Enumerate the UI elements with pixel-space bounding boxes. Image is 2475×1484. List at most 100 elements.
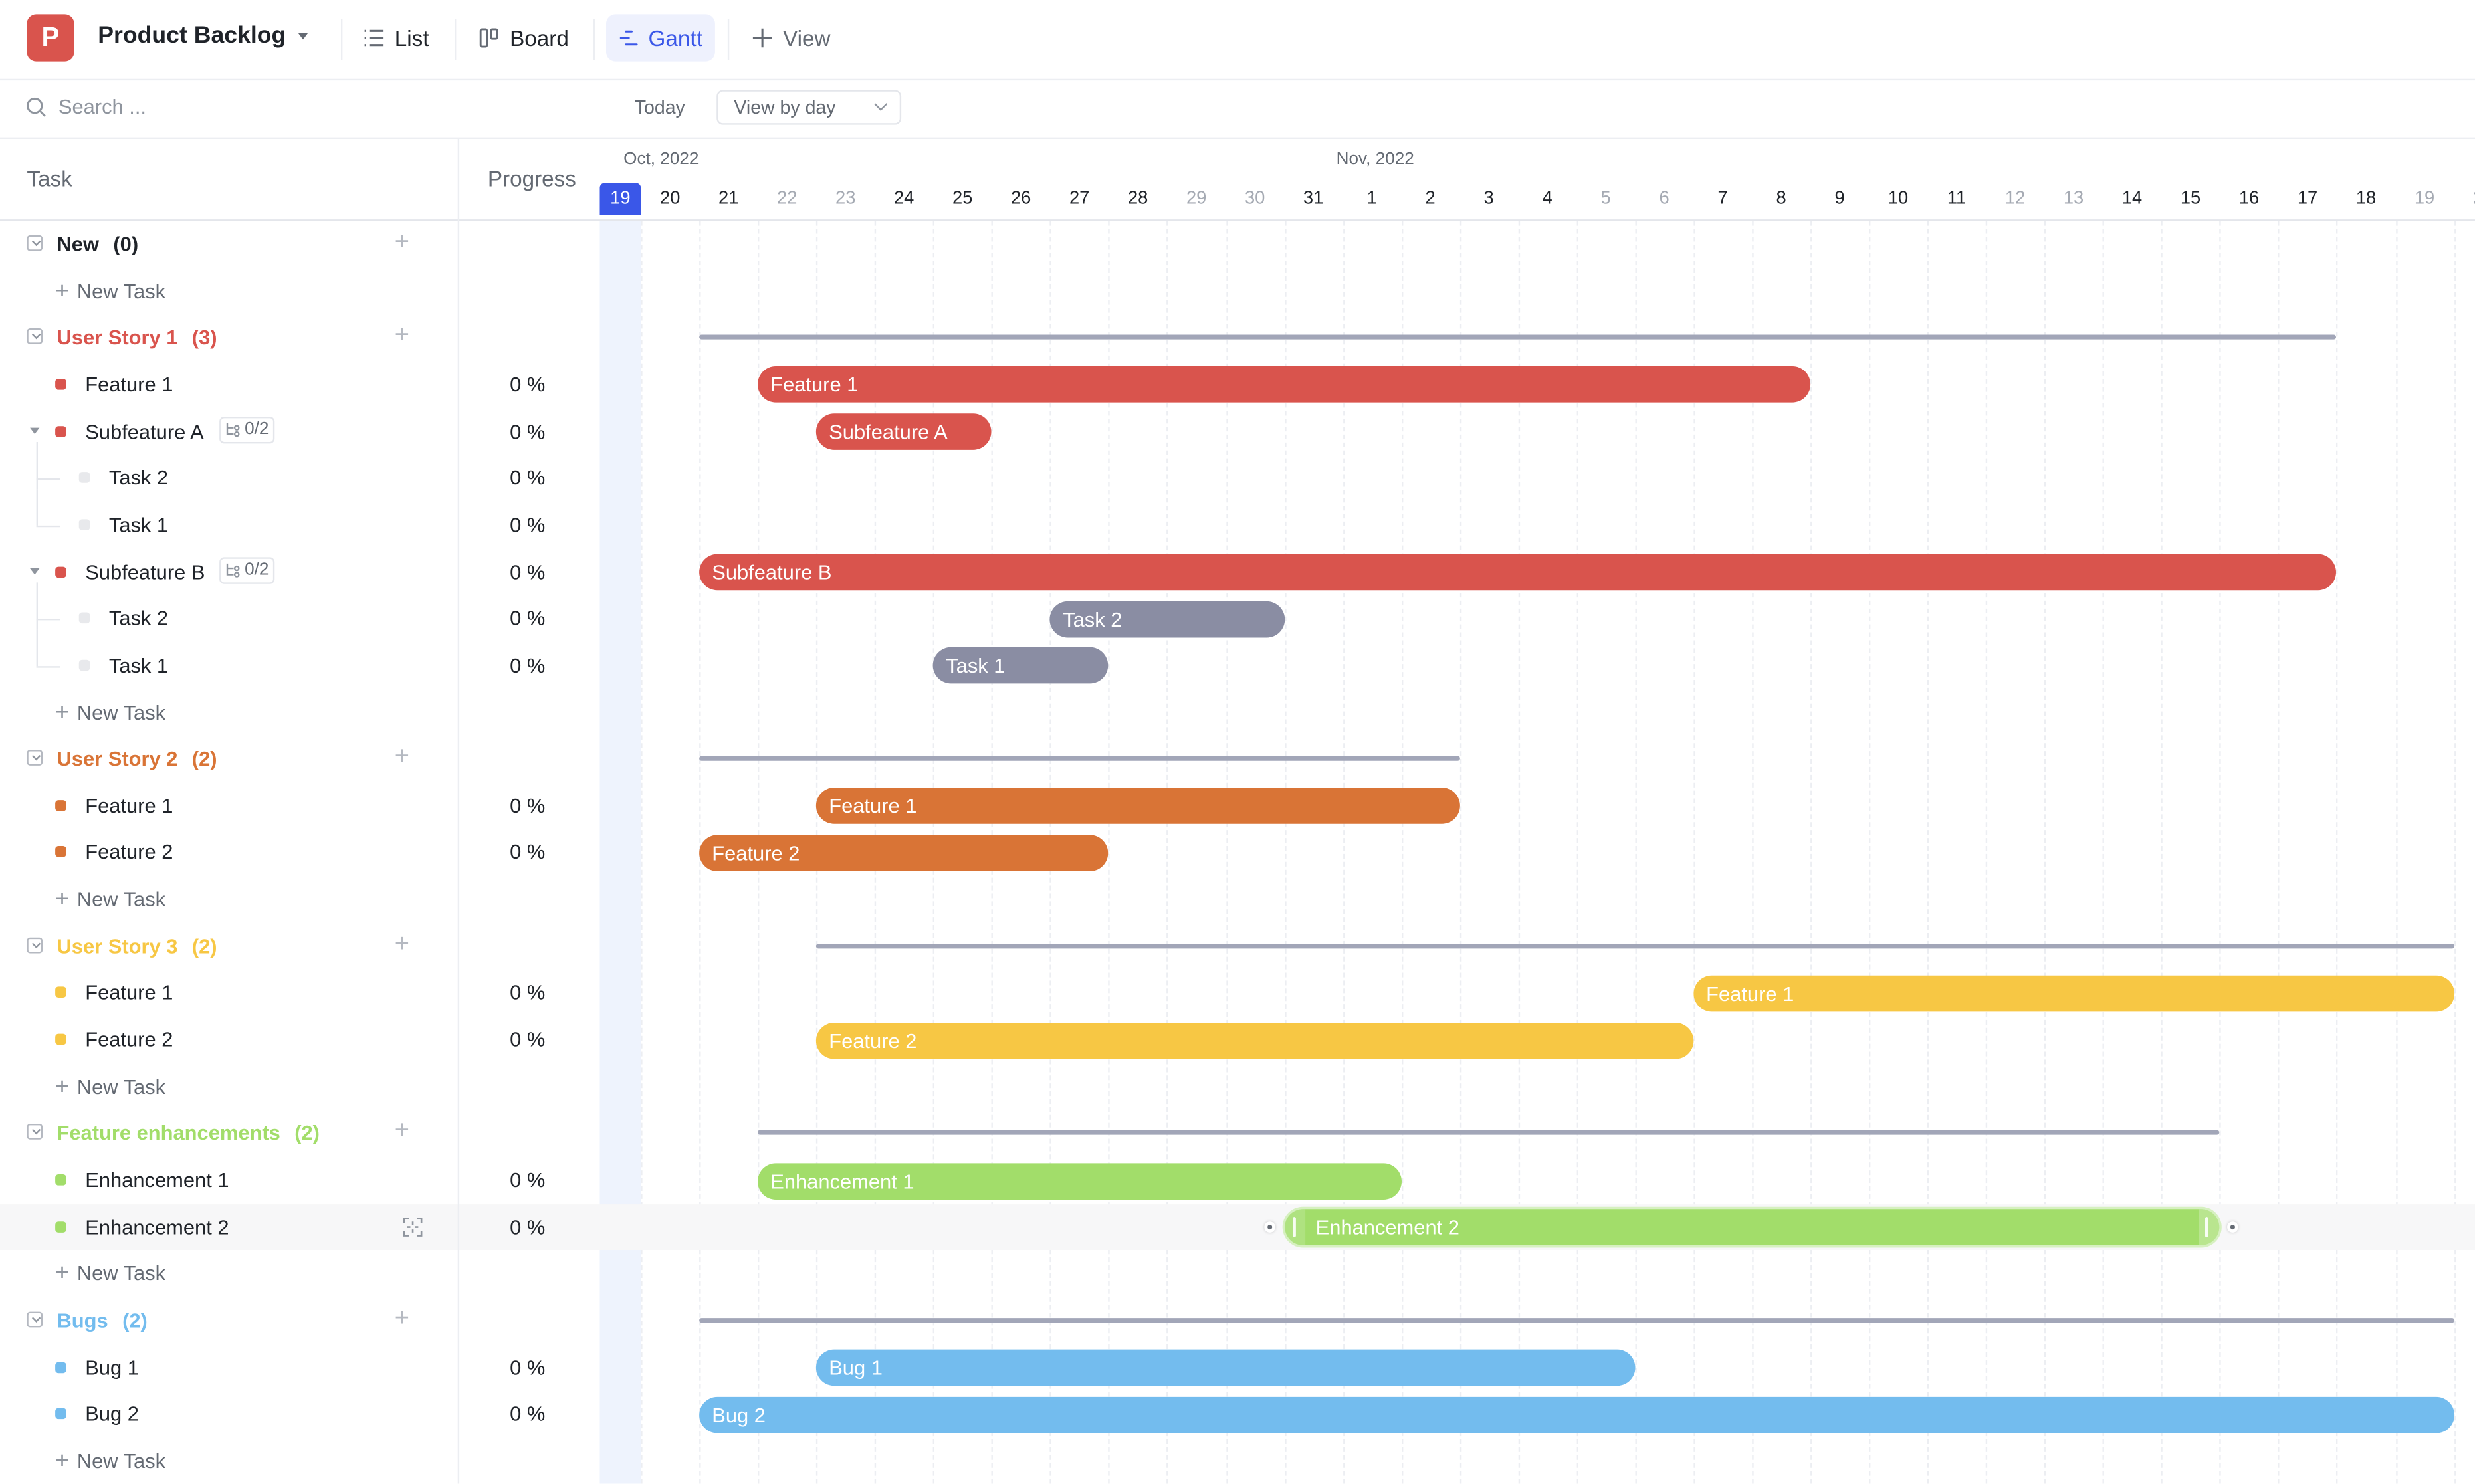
add-task-icon[interactable]: + [395,326,409,348]
day-label[interactable]: 11 [1927,189,1986,209]
task-row[interactable]: Bug 10 % [0,1344,600,1391]
task-row[interactable]: Bug 20 % [0,1391,600,1437]
task-name[interactable]: Task 1 [109,513,168,537]
day-label[interactable]: 9 [1810,189,1869,209]
gantt-bar[interactable]: Bug 1 [816,1350,1635,1386]
gantt-bar[interactable]: Enhancement 1 [758,1162,1401,1199]
new-task-row[interactable]: +New Task [0,689,600,736]
task-name[interactable]: Subfeature A [85,419,204,443]
task-row[interactable]: Feature 20 % [0,829,600,876]
day-label[interactable]: 8 [1752,189,1810,209]
search-input[interactable] [58,95,453,119]
day-label[interactable]: 21 [699,189,758,209]
task-row[interactable]: Enhancement 10 % [0,1157,600,1204]
task-row[interactable]: Feature 10 % [0,970,600,1016]
tab-list[interactable]: List [350,14,441,61]
day-label[interactable]: 29 [1167,189,1226,209]
task-row[interactable]: Subfeature A0/20 % [0,408,600,455]
group-summary-bar[interactable] [816,944,2454,948]
day-label[interactable]: 19 [2395,189,2454,209]
day-label[interactable]: 26 [992,189,1050,209]
new-task-button[interactable]: +New Task [55,1261,165,1285]
day-label[interactable]: 13 [2044,189,2103,209]
task-name[interactable]: Task 1 [109,653,168,677]
task-row[interactable]: Subfeature B0/20 % [0,548,600,595]
task-name[interactable]: Bug 2 [85,1402,139,1426]
day-label[interactable]: 14 [2103,189,2161,209]
expand-caret-icon[interactable] [30,427,39,434]
tab-gantt[interactable]: Gantt [606,14,715,61]
today-day-label[interactable]: 19 [600,183,641,215]
day-label[interactable]: 4 [1518,189,1576,209]
day-label[interactable]: 22 [758,189,816,209]
day-label[interactable]: 10 [1869,189,1927,209]
task-name[interactable]: Feature 2 [85,1027,173,1051]
task-name[interactable]: Subfeature B [85,560,205,583]
add-task-icon[interactable]: + [395,1309,409,1330]
day-label[interactable]: 24 [875,189,933,209]
gantt-bar[interactable]: Feature 1 [1693,975,2454,1011]
focus-icon[interactable] [403,1216,423,1245]
new-task-button[interactable]: +New Task [55,1075,165,1099]
task-name[interactable]: Task 2 [109,466,168,490]
add-task-icon[interactable]: + [395,1121,409,1143]
add-task-icon[interactable]: + [395,747,409,769]
gantt-bar[interactable]: Bug 2 [699,1396,2454,1433]
task-row[interactable]: Task 10 % [0,642,600,689]
gantt-bar[interactable]: Feature 1 [758,367,1810,403]
day-label[interactable]: 6 [1635,189,1693,209]
gantt-bar[interactable]: Enhancement 2 [1284,1210,2220,1246]
new-task-row[interactable]: +New Task [0,876,600,922]
new-task-button[interactable]: +New Task [55,700,165,724]
day-label[interactable]: 16 [2220,189,2278,209]
gantt-bar[interactable]: Feature 1 [816,788,1459,825]
gantt-bar[interactable]: Subfeature B [699,554,2337,591]
gantt-bar[interactable]: Feature 2 [699,835,1109,871]
new-task-button[interactable]: +New Task [55,1449,165,1473]
day-label[interactable]: 2 [1401,189,1459,209]
group-summary-bar[interactable] [699,335,2337,340]
expand-caret-icon[interactable] [30,568,39,574]
day-label[interactable]: 5 [1576,189,1635,209]
day-label[interactable]: 28 [1109,189,1167,209]
tab-board[interactable]: Board [466,14,582,61]
task-name[interactable]: Bug 1 [85,1355,139,1379]
collapse-toggle-icon[interactable] [27,750,43,766]
collapse-toggle-icon[interactable] [27,937,43,953]
day-label[interactable]: 23 [816,189,875,209]
column-divider[interactable] [458,139,459,1484]
day-label[interactable]: 3 [1459,189,1518,209]
new-task-row[interactable]: +New Task [0,1437,600,1483]
resize-handle-right[interactable] [2199,1210,2220,1246]
group-summary-bar[interactable] [758,1130,2220,1135]
task-row[interactable]: Task 20 % [0,595,600,642]
task-name[interactable]: Feature 1 [85,794,173,817]
new-task-button[interactable]: +New Task [55,279,165,303]
gantt-bar[interactable]: Task 2 [1050,601,1284,637]
task-name[interactable]: Feature 1 [85,372,173,396]
task-row[interactable]: Task 20 % [0,455,600,502]
task-row[interactable]: Feature 10 % [0,362,600,408]
task-row[interactable]: Feature 20 % [0,1017,600,1063]
collapse-toggle-icon[interactable] [27,1124,43,1140]
today-button[interactable]: Today [635,96,685,118]
add-task-icon[interactable]: + [395,934,409,956]
day-label[interactable]: 31 [1284,189,1343,209]
view-by-select[interactable]: View by day [716,90,901,124]
day-label[interactable]: 20 [2454,189,2475,209]
add-view-button[interactable]: View [739,14,843,61]
task-name[interactable]: Enhancement 2 [85,1215,229,1239]
task-row[interactable]: Task 10 % [0,502,600,548]
day-label[interactable]: 7 [1693,189,1752,209]
collapse-toggle-icon[interactable] [27,235,43,251]
day-label[interactable]: 20 [641,189,699,209]
gantt-bar[interactable]: Feature 2 [816,1022,1693,1059]
day-label[interactable]: 15 [2161,189,2220,209]
group-summary-bar[interactable] [699,756,1459,761]
task-row[interactable]: Feature 10 % [0,783,600,829]
day-label[interactable]: 18 [2337,189,2395,209]
add-task-icon[interactable]: + [395,232,409,254]
day-label[interactable]: 27 [1050,189,1109,209]
day-label[interactable]: 12 [1986,189,2044,209]
task-name[interactable]: Feature 1 [85,981,173,1005]
